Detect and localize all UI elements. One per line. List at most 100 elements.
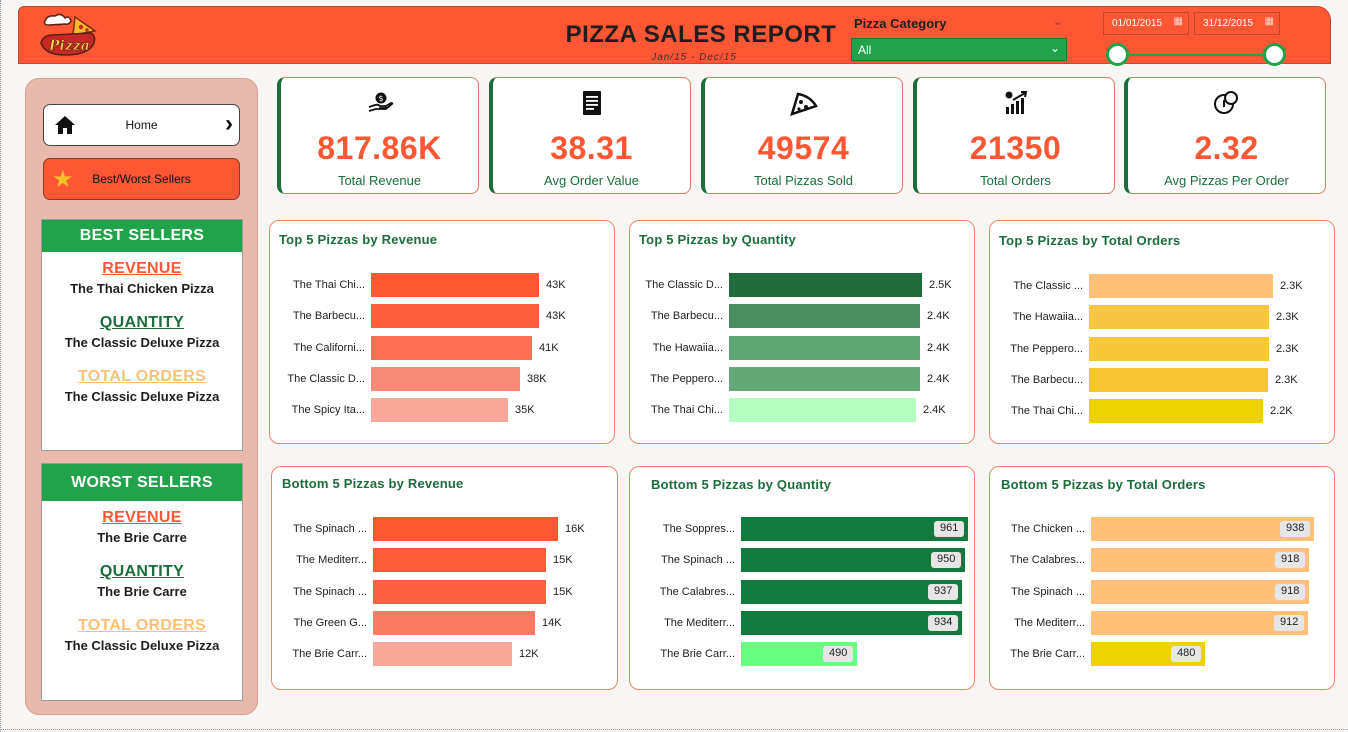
bar-value-label: 938 xyxy=(1280,521,1311,537)
bar[interactable] xyxy=(729,366,920,391)
chart-title: Top 5 Pizzas by Quantity xyxy=(639,232,796,247)
kpi-label: Total Orders xyxy=(980,173,1051,188)
worst-orders-value: The Classic Deluxe Pizza xyxy=(64,638,220,653)
bar-category-label: The Hawaiia... xyxy=(1012,311,1083,324)
bar-row[interactable]: The Spinach ... 950 xyxy=(630,548,974,574)
bar-row[interactable]: The Thai Chi... 2.4K xyxy=(630,398,974,424)
bar-row[interactable]: The Classic D... 2.5K xyxy=(630,273,974,299)
bar[interactable] xyxy=(373,610,535,635)
bar[interactable] xyxy=(373,517,558,541)
bar[interactable] xyxy=(1089,367,1268,392)
bar[interactable] xyxy=(371,273,539,297)
bar-row[interactable]: The Barbecu... 2.3K xyxy=(990,367,1334,394)
home-button-label: Home xyxy=(125,118,158,132)
bar-category-label: The Brie Carr... xyxy=(1010,648,1085,661)
bar-row[interactable]: The Spinach ... 16K xyxy=(272,517,617,543)
coins-icon xyxy=(1128,90,1325,122)
bar-row[interactable]: The Californi... 41K xyxy=(270,335,614,362)
date-slider-end-handle[interactable] xyxy=(1263,43,1286,66)
bar-row[interactable]: The Hawaiia... 2.4K xyxy=(630,335,974,362)
bar-category-label: The Peppero... xyxy=(650,372,723,385)
bar-category-label: The Mediterr... xyxy=(296,554,367,567)
bar-row[interactable]: The Classic ... 2.3K xyxy=(990,274,1334,300)
bar-category-label: The Spinach ... xyxy=(293,523,367,535)
bar-value-label: 480 xyxy=(1171,646,1202,663)
bar-row[interactable]: The Barbecu... 43K xyxy=(270,304,614,330)
calendar-icon[interactable]: ▦ xyxy=(1174,16,1183,27)
bar-row[interactable]: The Spinach ... 918 xyxy=(990,579,1334,606)
category-collapse-chevron-icon[interactable]: ⌄ xyxy=(1053,15,1062,28)
bar[interactable] xyxy=(729,273,922,297)
bar-row[interactable]: The Classic D... 38K xyxy=(270,366,614,393)
bar[interactable] xyxy=(729,304,920,329)
bar[interactable] xyxy=(373,548,546,573)
kpi-label: Avg Pizzas Per Order xyxy=(1164,173,1289,188)
best-revenue-value: The Thai Chicken Pizza xyxy=(70,281,214,296)
date-slider-start-handle[interactable] xyxy=(1106,43,1129,66)
bar-row[interactable]: The Spicy Ita... 35K xyxy=(270,398,614,424)
kpi-value: 2.32 xyxy=(1194,130,1259,166)
category-dropdown-value: All xyxy=(858,43,872,57)
bar[interactable] xyxy=(729,335,920,360)
category-dropdown[interactable]: All ⌄ xyxy=(851,38,1067,61)
bar[interactable] xyxy=(373,579,546,604)
bar-row[interactable]: The Calabres... 937 xyxy=(630,579,974,606)
bar-category-label: The Peppero... xyxy=(1010,342,1083,355)
bar[interactable] xyxy=(371,366,520,391)
kpi-total-pizzas-sold: 49574 Total Pizzas Sold xyxy=(701,77,903,194)
bar[interactable] xyxy=(371,335,532,360)
bar-value-label: 918 xyxy=(1275,552,1306,569)
date-range-slider-track[interactable] xyxy=(1117,54,1274,56)
bar-row[interactable]: The Peppero... 2.4K xyxy=(630,366,974,393)
best-worst-sellers-button[interactable]: ★ Best/Worst Sellers xyxy=(43,158,240,200)
bar-row[interactable]: The Soppres... 961 xyxy=(630,517,974,543)
bar-row[interactable]: The Thai Chi... 43K xyxy=(270,273,614,299)
bar-value-label: 2.3K xyxy=(1275,373,1298,386)
bar-row[interactable]: The Green G... 14K xyxy=(272,610,617,637)
kpi-avg-pizzas-per-order: 2.32 Avg Pizzas Per Order xyxy=(1124,77,1326,194)
bar-row[interactable]: The Mediterr... 934 xyxy=(630,610,974,637)
bar-value-label: 14K xyxy=(542,616,562,629)
bar[interactable] xyxy=(371,304,539,329)
header-bar: Pizza PIZZA SALES REPORT Jan/15 - Dec/15… xyxy=(18,6,1331,66)
bar[interactable] xyxy=(729,398,916,423)
kpi-label: Total Revenue xyxy=(337,173,422,188)
end-date-input[interactable]: 31/12/2015 ▦ xyxy=(1194,12,1280,35)
start-date-input[interactable]: 01/01/2015 ▦ xyxy=(1103,12,1189,35)
chart-bottom5-quantity: Bottom 5 Pizzas by Quantity The Soppres.… xyxy=(629,466,975,690)
svg-text:$: $ xyxy=(378,94,383,103)
bar-row[interactable]: The Brie Carr... 480 xyxy=(990,642,1334,668)
bar[interactable] xyxy=(1089,336,1269,361)
bar-row[interactable]: The Calabres... 918 xyxy=(990,548,1334,574)
bar-value-label: 961 xyxy=(934,521,965,537)
chart-title: Bottom 5 Pizzas by Revenue xyxy=(282,476,464,491)
worst-quantity-heading: QUANTITY xyxy=(99,563,185,580)
bar-row[interactable]: The Chicken ... 938 xyxy=(990,517,1334,543)
money-hand-icon: $ xyxy=(281,90,478,120)
bar-row[interactable]: The Mediterr... 15K xyxy=(272,548,617,574)
bar-row[interactable]: The Spinach ... 15K xyxy=(272,579,617,606)
bar-value-label: 38K xyxy=(527,372,547,385)
bar-row[interactable]: The Mediterr... 912 xyxy=(990,610,1334,637)
best-sellers-panel: BEST SELLERS REVENUE The Thai Chicken Pi… xyxy=(41,219,243,451)
bar-row[interactable]: The Brie Carr... 490 xyxy=(630,642,974,668)
bar-row[interactable]: The Barbecu... 2.4K xyxy=(630,304,974,330)
worst-revenue-item: REVENUE The Brie Carre xyxy=(42,509,242,545)
home-button[interactable]: Home › xyxy=(43,104,240,146)
bar[interactable] xyxy=(371,398,508,423)
bar-row[interactable]: The Hawaiia... 2.3K xyxy=(990,305,1334,331)
bar-value-label: 934 xyxy=(928,614,959,631)
bar-value-label: 2.4K xyxy=(923,404,946,417)
bar[interactable] xyxy=(1089,274,1273,298)
kpi-total-orders: 21350 Total Orders xyxy=(913,77,1115,194)
bar-row[interactable]: The Brie Carr... 12K xyxy=(272,642,617,668)
chart-title: Bottom 5 Pizzas by Total Orders xyxy=(1001,477,1206,492)
calendar-icon[interactable]: ▦ xyxy=(1265,16,1274,27)
bar-row[interactable]: The Thai Chi... 2.2K xyxy=(990,399,1334,425)
bar[interactable] xyxy=(1089,399,1263,424)
bar-category-label: The Brie Carr... xyxy=(660,648,735,661)
bar[interactable] xyxy=(1089,305,1269,330)
bar[interactable] xyxy=(373,642,512,667)
bar-row[interactable]: The Peppero... 2.3K xyxy=(990,336,1334,363)
report-date-range: Jan/15 - Dec/15 xyxy=(651,52,737,63)
